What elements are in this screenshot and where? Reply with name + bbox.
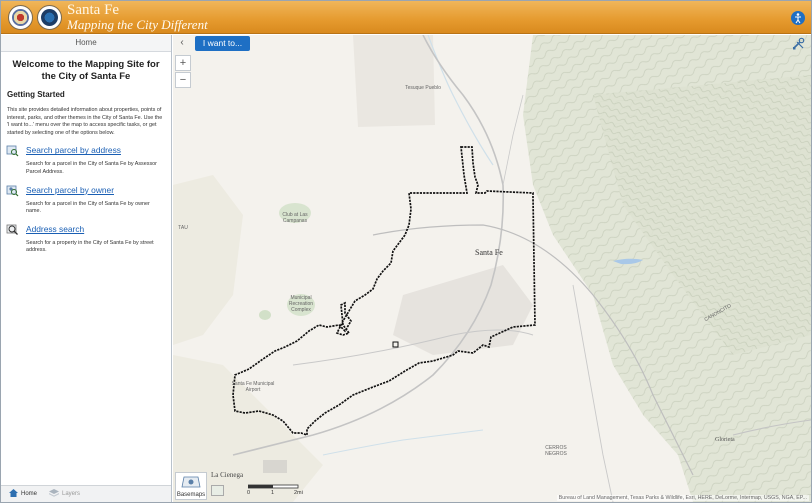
map-attribution: Bureau of Land Management, Texas Parks &… xyxy=(556,495,809,501)
label-santa-fe: Santa Fe xyxy=(475,248,503,257)
zoom-in-button[interactable]: + xyxy=(175,55,191,71)
label-cerros-negros: CERROS NEGROS xyxy=(545,445,567,457)
city-seal-logo xyxy=(8,5,33,30)
footer-tab-layers[interactable]: Layers xyxy=(49,488,80,500)
app-window: Santa Fe Mapping the City Different Home… xyxy=(0,0,812,503)
layers-icon xyxy=(49,489,59,498)
basemaps-label: Basemaps xyxy=(176,492,206,498)
footer-tab-home[interactable]: Home xyxy=(9,488,37,500)
basemaps-button[interactable]: Basemaps xyxy=(175,472,207,500)
task-description: Search for a parcel in the City of Santa… xyxy=(26,161,157,175)
panel-tab-home[interactable]: Home xyxy=(1,35,171,52)
footer-tab-layers-label: Layers xyxy=(62,491,81,497)
task-description: Search for a property in the City of San… xyxy=(26,239,154,254)
address-search-icon xyxy=(6,224,18,235)
search-owner-icon xyxy=(6,185,19,196)
side-panel: Home Welcome to the Mapping Site for the… xyxy=(1,35,172,502)
label-club: Club at Las Campanas xyxy=(282,212,308,224)
overview-map-button[interactable] xyxy=(211,485,224,496)
address-search-link[interactable]: Address search xyxy=(26,224,165,235)
task-address-search: Address search Search for a property in … xyxy=(6,224,165,255)
home-icon xyxy=(9,489,18,498)
accessibility-button[interactable] xyxy=(791,11,805,25)
label-la-cienega: La Cienega xyxy=(211,471,244,479)
accessibility-icon xyxy=(795,13,801,24)
label-tesuque: Tesuque Pueblo xyxy=(405,85,441,91)
map-view[interactable]: Tesuque Pueblo Club at Las Campanas Muni… xyxy=(173,35,811,502)
task-search-by-address: Search parcel by address Search for a pa… xyxy=(6,145,165,176)
label-glorieta: Glorieta xyxy=(715,437,735,443)
scale-label-end: 2mi xyxy=(294,490,303,496)
app-header: Santa Fe Mapping the City Different xyxy=(1,1,811,34)
i-want-to-button[interactable]: I want to... xyxy=(195,36,250,51)
welcome-title: Welcome to the Mapping Site for the City… xyxy=(12,59,160,82)
secondary-seal-logo xyxy=(37,5,62,30)
tools-icon[interactable] xyxy=(791,37,807,51)
scale-label-start: 0 xyxy=(247,490,251,496)
label-airport: Santa Fe Municipal Airport xyxy=(231,381,275,393)
task-search-by-owner: Search parcel by owner Search for a parc… xyxy=(6,185,165,216)
label-tau: TAU xyxy=(178,225,188,231)
collapse-panel-button[interactable]: ‹ xyxy=(175,37,189,51)
search-parcel-by-address-link[interactable]: Search parcel by address xyxy=(26,145,165,156)
task-description: Search for a parcel in the City of Santa… xyxy=(26,200,150,215)
map-canvas[interactable] xyxy=(173,35,811,502)
scale-bar: 0 1 2mi xyxy=(247,484,308,498)
scale-label-mid: 1 xyxy=(271,490,275,496)
search-parcel-by-owner-link[interactable]: Search parcel by owner xyxy=(26,185,165,196)
zoom-out-button[interactable]: − xyxy=(175,72,191,88)
label-municipal-rec: Municipal Recreation Complex xyxy=(288,295,314,313)
intro-text: This site provides detailed information … xyxy=(7,107,163,136)
search-address-icon xyxy=(6,145,19,157)
basemap-icon xyxy=(181,476,201,488)
getting-started-heading: Getting Started xyxy=(7,90,65,99)
footer-tab-home-label: Home xyxy=(21,491,38,497)
panel-footer: Home Layers xyxy=(1,485,171,502)
panel-content: Welcome to the Mapping Site for the City… xyxy=(1,52,171,255)
site-tagline: Mapping the City Different xyxy=(67,17,208,32)
